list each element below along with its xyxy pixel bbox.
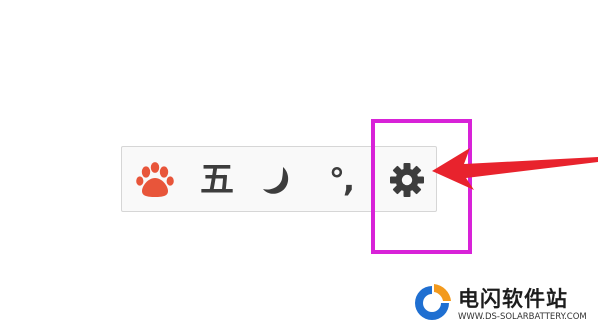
watermark-domain: WWW.DS-SOLARBATTERY.COM (458, 312, 587, 322)
site-logo-icon (412, 283, 452, 323)
annotation-arrow-icon (432, 148, 598, 190)
input-mode-button[interactable]: 五 (194, 157, 240, 203)
paw-icon (136, 162, 174, 197)
watermark-title: 电闪软件站 (458, 287, 568, 311)
punctuation-button[interactable]: °, (318, 157, 364, 203)
punctuation-label: °, (328, 161, 355, 199)
ime-logo-button[interactable] (132, 157, 178, 203)
input-mode-label: 五 (200, 160, 234, 200)
moon-icon (263, 167, 289, 194)
half-full-width-button[interactable] (254, 157, 300, 203)
watermark-badge: 电闪软件站 WWW.DS-SOLARBATTERY.COM (410, 280, 596, 326)
